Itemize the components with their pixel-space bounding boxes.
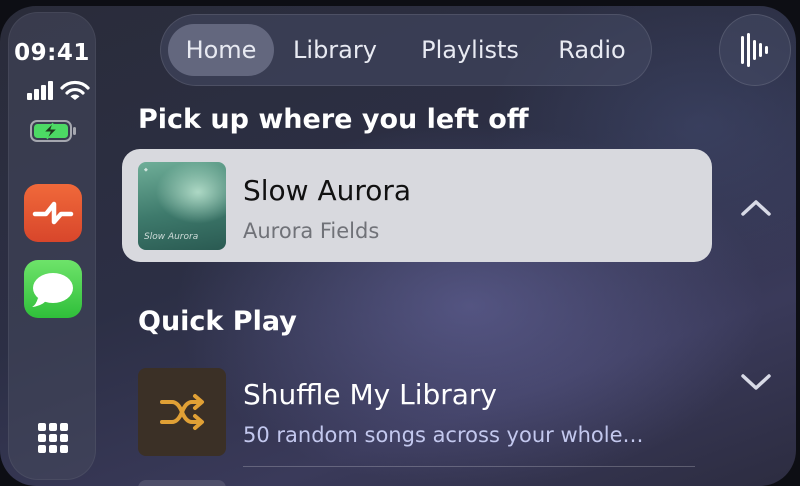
siri-button[interactable]	[719, 14, 791, 86]
tab-playlists[interactable]: Playlists	[406, 24, 534, 76]
quick-play-title: Shuffle My Library	[243, 378, 497, 411]
tab-bar: Home Library Playlists Radio	[160, 14, 652, 86]
quick-play-subtitle: 50 random songs across your whole…	[243, 423, 644, 447]
app-grid-icon[interactable]	[38, 423, 68, 453]
status-dock: 09:41	[8, 12, 96, 480]
resume-card[interactable]: ◆ Slow Aurora Slow Aurora Aurora Fields	[122, 149, 712, 262]
cover-text: ◆	[144, 167, 148, 173]
track-artist: Aurora Fields	[243, 219, 380, 243]
clock: 09:41	[14, 40, 90, 66]
signal-bars-icon	[27, 81, 53, 100]
section-title-quick-play: Quick Play	[138, 306, 297, 337]
divider	[243, 466, 695, 467]
tab-library[interactable]: Library	[282, 24, 388, 76]
shuffle-thumbnail	[138, 368, 226, 456]
next-item-thumbnail	[138, 480, 226, 486]
chevron-up-icon[interactable]	[738, 196, 774, 220]
messages-icon	[32, 273, 73, 307]
now-playing-app-button[interactable]	[24, 184, 82, 242]
wifi-icon	[60, 80, 90, 100]
carplay-screen: 09:41 Home Library Playlists Radio Pick …	[0, 6, 796, 486]
status-indicators	[27, 80, 90, 104]
tab-radio[interactable]: Radio	[544, 24, 640, 76]
chevron-down-icon[interactable]	[738, 370, 774, 394]
quick-play-item[interactable]: Shuffle My Library 50 random songs acros…	[138, 368, 698, 468]
shuffle-icon	[160, 394, 204, 430]
now-playing-icon	[32, 201, 74, 225]
voice-waveform-icon	[741, 33, 768, 67]
messages-app-button[interactable]	[24, 260, 82, 318]
battery-charging-icon	[30, 120, 76, 142]
section-title-resume: Pick up where you left off	[138, 104, 529, 135]
cover-title: Slow Aurora	[144, 232, 199, 242]
track-title: Slow Aurora	[243, 174, 412, 207]
tab-home[interactable]: Home	[168, 24, 274, 76]
album-cover: ◆ Slow Aurora	[138, 162, 226, 250]
